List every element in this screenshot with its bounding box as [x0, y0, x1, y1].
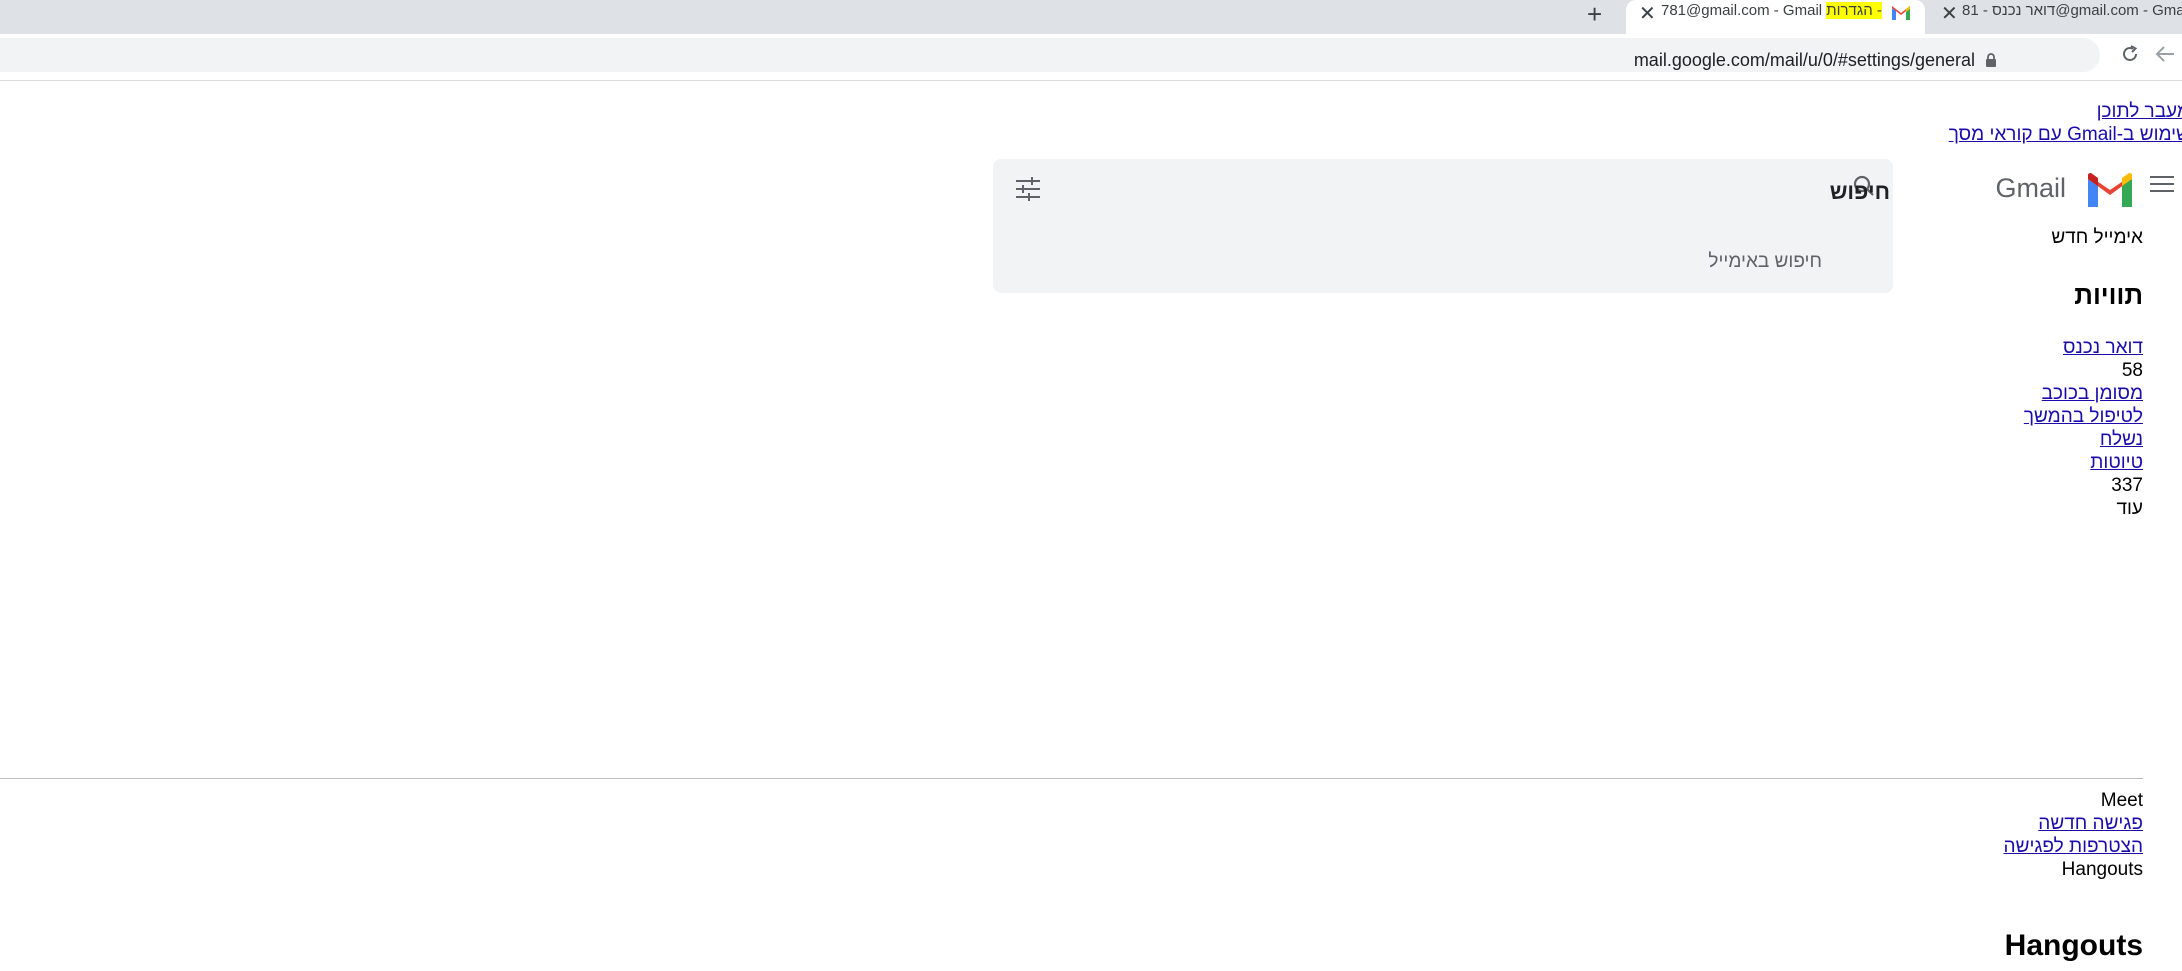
search-box[interactable]: חיפוש חיפוש באימייל [993, 159, 1893, 293]
nav-item-starred[interactable]: מסומן בכוכב [2042, 383, 2143, 404]
plus-icon[interactable]: + [1587, 0, 1602, 30]
gmail-logo-text[interactable]: Gmail [1995, 173, 2066, 204]
lock-icon[interactable] [1985, 53, 1997, 67]
nav-list: דואר נכנס 58 מסומן בכוכב לטיפול בהמשך נש… [2024, 336, 2143, 520]
search-input[interactable]: חיפוש באימייל [1708, 251, 1822, 273]
main-menu-icon[interactable] [2150, 176, 2174, 197]
browser-toolbar: mail.google.com/mail/u/0/#settings/gener… [0, 34, 2182, 81]
reload-icon[interactable] [2120, 44, 2140, 64]
new-meeting-link[interactable]: פגישה חדשה [2038, 813, 2143, 834]
nav-item-more[interactable]: עוד [2024, 497, 2143, 520]
nav-item-sent[interactable]: נשלח [2100, 429, 2143, 450]
gmail-logo-icon[interactable] [2088, 173, 2132, 207]
gmail-favicon-icon [1892, 6, 1910, 20]
tab-title: דואר נכנס - 81@gmail.com - Gmail [1962, 2, 2182, 19]
nav-item-snoozed[interactable]: לטיפול בהמשך [2024, 406, 2143, 427]
tab-title-highlight: הגדרות - [1826, 2, 1882, 19]
tab-inbox[interactable]: ✕ דואר נכנס - 81@gmail.com - Gmail [1927, 0, 2182, 34]
screen-reader-link[interactable]: שימוש ב-Gmail עם קוראי מסך [1949, 124, 2182, 146]
browser-tab-strip: ✕ דואר נכנס - 81@gmail.com - Gmail ✕ 781… [0, 0, 2182, 34]
divider [0, 778, 2143, 779]
inbox-count: 58 [2121, 360, 2143, 381]
nav-item-inbox[interactable]: דואר נכנס [2063, 337, 2143, 358]
gmail-page: מעבר לתוכן שימוש ב-Gmail עם קוראי מסך Gm… [0, 81, 2182, 971]
meet-title: Meet [2100, 790, 2143, 811]
tab-title: 781@gmail.com - Gmail הגדרות - [1661, 2, 1882, 19]
back-arrow-icon[interactable] [2154, 44, 2176, 64]
compose-button[interactable]: אימייל חדש [2051, 227, 2143, 249]
search-options-icon[interactable] [1015, 177, 1041, 201]
address-bar[interactable]: mail.google.com/mail/u/0/#settings/gener… [0, 38, 2100, 72]
tab-title-email: 781@gmail.com - Gmail [1661, 2, 1823, 19]
hangouts-label: Hangouts [2061, 859, 2143, 880]
labels-heading: תוויות [2074, 280, 2143, 310]
drafts-count: 337 [2111, 475, 2143, 496]
tab-settings[interactable]: ✕ 781@gmail.com - Gmail הגדרות - [1626, 0, 1925, 34]
hangouts-heading: Hangouts [2004, 929, 2143, 962]
nav-item-drafts[interactable]: טיוטות [2090, 452, 2143, 473]
join-meeting-link[interactable]: הצטרפות לפגישה [2004, 836, 2143, 857]
close-icon[interactable]: ✕ [1639, 1, 1656, 26]
close-icon[interactable]: ✕ [1941, 1, 1958, 26]
meet-section: Meet פגישה חדשה הצטרפות לפגישה Hangouts [2004, 789, 2143, 881]
search-label: חיפוש [1829, 179, 1890, 204]
skip-to-content-link[interactable]: מעבר לתוכן [2097, 101, 2182, 123]
url-text[interactable]: mail.google.com/mail/u/0/#settings/gener… [1634, 50, 1975, 71]
